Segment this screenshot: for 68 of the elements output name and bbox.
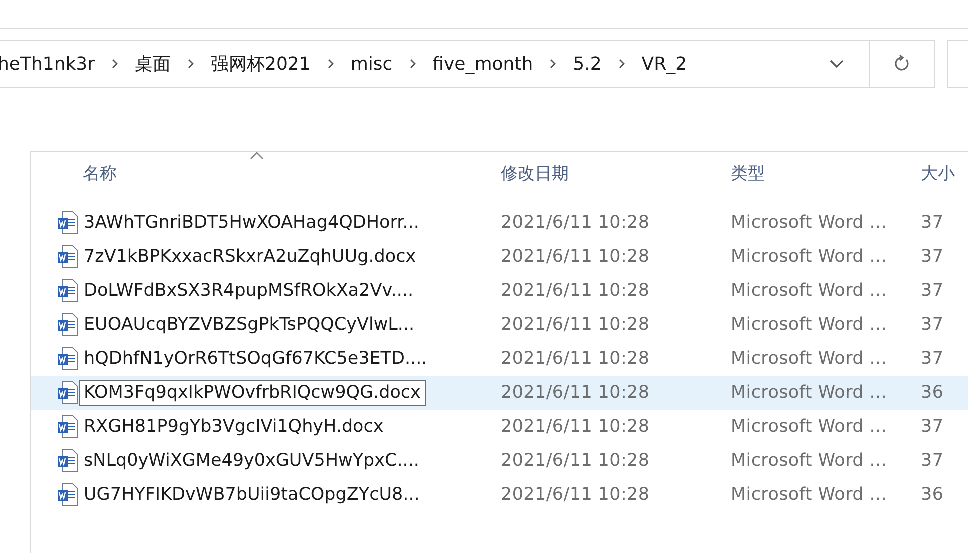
file-type: Microsoft Word ... — [731, 451, 888, 471]
file-size: 37 — [921, 315, 945, 335]
modified-date: 2021/6/11 10:28 — [501, 213, 651, 233]
file-type: Microsoft Word ... — [731, 315, 888, 335]
file-type: Microsoft Word ... — [731, 485, 888, 505]
file-name: RXGH81P9gYb3VgcIVi1QhyH.docx — [83, 416, 385, 439]
modified-date: 2021/6/11 10:28 — [501, 451, 651, 471]
word-document-icon — [57, 347, 79, 371]
modified-date: 2021/6/11 10:28 — [501, 247, 651, 267]
file-row[interactable]: RXGH81P9gYb3VgcIVi1QhyH.docx 2021/6/11 10:28 Microsoft Word ... 37 — [31, 410, 968, 444]
breadcrumb[interactable]: heTh1nk3r — [0, 54, 96, 74]
file-name: UG7HYFIKDvWB7bUii9taCOpgZYcU8... — [83, 484, 421, 507]
file-row[interactable]: DoLWFdBxSX3R4pupMSfROkXa2Vv.... 2021/6/11 10:28 Microsoft Word ... 37 — [31, 274, 968, 308]
modified-date: 2021/6/11 10:28 — [501, 281, 651, 301]
file-size: 36 — [921, 485, 945, 505]
word-document-icon — [57, 211, 79, 235]
breadcrumb[interactable]: 桌面 — [135, 52, 172, 76]
search-field[interactable] — [947, 40, 968, 88]
file-row[interactable]: hQDhfN1yOrR6TtSOqGf67KC5e3ETD.... 2021/6/11 10:28 Microsoft Word ... 37 — [31, 342, 968, 376]
file-row[interactable]: KOM3Fq9qxIkPWOvfrbRIQcw9QG.docx 2021/6/11 10:28 Microsoft Word ... 36 — [31, 376, 968, 410]
column-header[interactable]: 大小 — [921, 162, 968, 184]
address-bar[interactable]: heTh1nk3r 桌面 强网杯2021 misc five_month 5.2 VR_2 — [0, 40, 935, 88]
file-row[interactable]: UG7HYFIKDvWB7bUii9taCOpgZYcU8... 2021/6/11 10:28 Microsoft Word ... 36 — [31, 478, 968, 512]
word-document-icon — [57, 381, 79, 405]
modified-date: 2021/6/11 10:28 — [501, 485, 651, 505]
modified-date: 2021/6/11 10:28 — [501, 315, 651, 335]
file-name: DoLWFdBxSX3R4pupMSfROkXa2Vv.... — [83, 280, 415, 303]
file-name: hQDhfN1yOrR6TtSOqGf67KC5e3ETD.... — [83, 348, 428, 371]
file-size: 37 — [921, 417, 945, 437]
breadcrumb[interactable]: 5.2 — [573, 54, 602, 74]
file-type: Microsoft Word ... — [731, 213, 888, 233]
file-name: 7zV1kBPKxxacRSkxrA2uZqhUUg.docx — [83, 246, 418, 269]
file-row[interactable]: 7zV1kBPKxxacRSkxrA2uZqhUUg.docx 2021/6/11 10:28 Microsoft Word ... 37 — [31, 240, 968, 274]
word-document-icon — [57, 415, 79, 439]
sort-caret-icon — [250, 152, 264, 160]
breadcrumb[interactable]: five_month — [432, 54, 534, 74]
column-header[interactable]: 修改日期 — [501, 162, 731, 184]
column-header[interactable]: 类型 — [731, 162, 921, 184]
file-name: sNLq0yWiXGMe49y0xGUV5HwYpxC.... — [83, 450, 420, 473]
modified-date: 2021/6/11 10:28 — [501, 417, 651, 437]
file-row[interactable]: sNLq0yWiXGMe49y0xGUV5HwYpxC.... 2021/6/11 10:28 Microsoft Word ... 37 — [31, 444, 968, 478]
file-type: Microsoft Word ... — [731, 247, 888, 267]
word-document-icon — [57, 483, 79, 507]
breadcrumb[interactable]: misc — [350, 54, 393, 74]
modified-date: 2021/6/11 10:28 — [501, 383, 651, 403]
file-row[interactable]: EUOAUcqBYZVBZSgPkTsPQQCyVlwL... 2021/6/11 10:28 Microsoft Word ... 37 — [31, 308, 968, 342]
word-document-icon — [57, 449, 79, 473]
file-size: 37 — [921, 247, 945, 267]
file-size: 37 — [921, 281, 945, 301]
file-size: 37 — [921, 451, 945, 471]
file-type: Microsoft Word ... — [731, 383, 888, 403]
file-size: 36 — [921, 383, 945, 403]
file-size: 37 — [921, 349, 945, 369]
column-header[interactable]: 名称 — [83, 162, 501, 184]
file-name: EUOAUcqBYZVBZSgPkTsPQQCyVlwL... — [83, 314, 416, 337]
word-document-icon — [57, 313, 79, 337]
word-document-icon — [57, 245, 79, 269]
modified-date: 2021/6/11 10:28 — [501, 349, 651, 369]
breadcrumb[interactable]: 强网杯2021 — [211, 52, 311, 76]
chevron-down-icon[interactable] — [830, 60, 844, 68]
file-row[interactable]: 3AWhTGnriBDT5HwXOAHag4QDHorr... 2021/6/11 10:28 Microsoft Word ... 37 — [31, 206, 968, 240]
file-type: Microsoft Word ... — [731, 349, 888, 369]
breadcrumb[interactable]: VR_2 — [642, 54, 688, 74]
file-type: Microsoft Word ... — [731, 281, 888, 301]
file-type: Microsoft Word ... — [731, 417, 888, 437]
word-document-icon — [57, 279, 79, 303]
file-name: 3AWhTGnriBDT5HwXOAHag4QDHorr... — [83, 212, 420, 235]
file-size: 37 — [921, 213, 945, 233]
